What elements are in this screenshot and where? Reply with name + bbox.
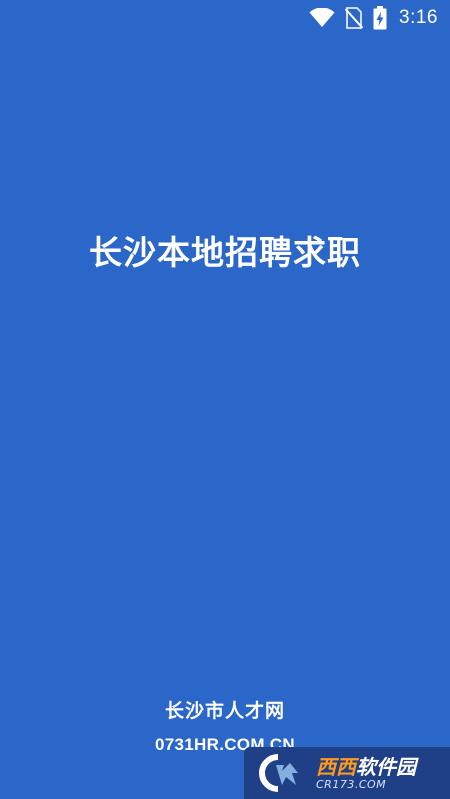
no-sim-icon (345, 7, 364, 29)
watermark-url: CR173.COM (316, 777, 387, 791)
status-time: 3:16 (399, 7, 438, 28)
splash-screen: { "status_bar": { "time": "3:16", "icons… (0, 0, 450, 799)
watermark-text: 西西软件园 CR173.COM (316, 756, 416, 791)
watermark-name-part2: 软件园 (356, 754, 416, 779)
watermark-name-part1: 西西 (316, 754, 356, 779)
watermark: 西西软件园 CR173.COM (244, 747, 450, 799)
status-bar: 3:16 (0, 0, 450, 36)
watermark-name: 西西软件园 (316, 756, 416, 778)
brand-name: 长沙市人才网 (164, 700, 285, 722)
app-title: 长沙本地招聘求职 (89, 233, 361, 272)
wifi-icon (309, 8, 335, 28)
battery-charging-icon (373, 6, 387, 30)
status-icons: 3:16 (309, 5, 438, 31)
watermark-logo-icon (252, 751, 312, 795)
